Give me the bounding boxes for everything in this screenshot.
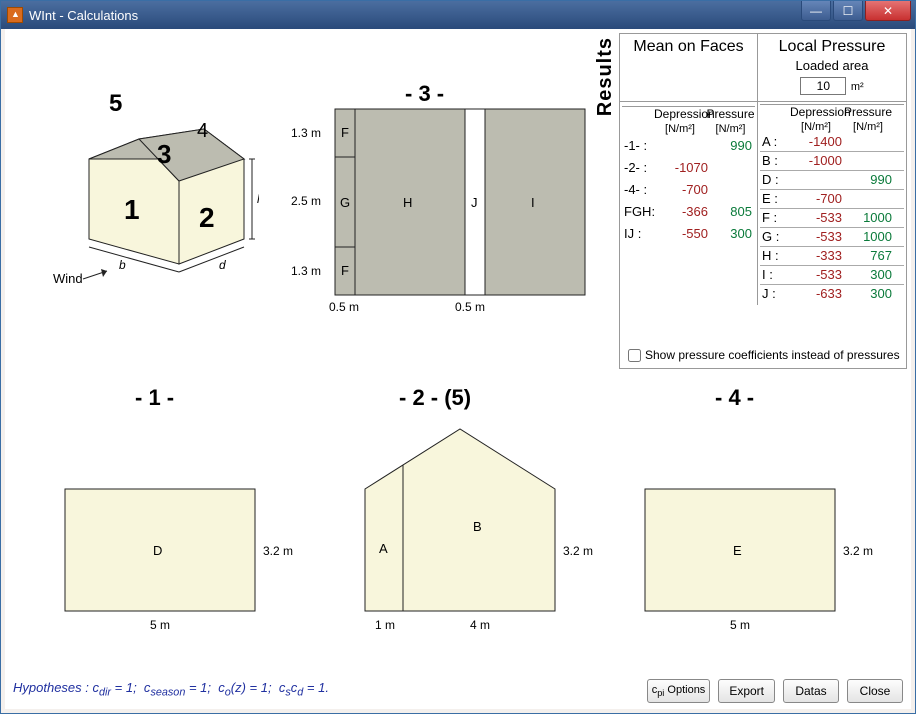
svg-text:3: 3 (157, 139, 171, 169)
loaded-area-label: Loaded area (758, 56, 906, 75)
svg-text:3.2 m: 3.2 m (263, 544, 293, 558)
svg-text:h: h (257, 192, 259, 206)
table-row: F :-5331000 (760, 209, 904, 228)
local-dep-header: Depression[N/m²] (790, 105, 842, 133)
local-pre-header: Pressure[N/m²] (842, 105, 894, 133)
export-button[interactable]: Export (718, 679, 775, 703)
results-panel: Mean on Faces Local Pressure Loaded area… (619, 33, 907, 369)
local-column: Depression[N/m²] Pressure[N/m²] A :-1400… (758, 102, 906, 305)
face1-diagram: D 3.2 m 5 m (45, 419, 305, 649)
svg-text:E: E (733, 543, 742, 558)
svg-text:1.3 m: 1.3 m (291, 126, 321, 140)
window-close-button[interactable]: ✕ (865, 1, 911, 21)
table-row: I :-533300 (760, 266, 904, 285)
table-row: H :-333767 (760, 247, 904, 266)
face4-diagram: E 3.2 m 5 m (625, 419, 885, 649)
datas-button[interactable]: Datas (783, 679, 839, 703)
table-row: A :-1400 (760, 133, 904, 152)
table-row: -2- :-1070 (622, 157, 755, 179)
svg-text:1 m: 1 m (375, 618, 395, 632)
client-area: Results Mean on Faces Local Pressure Loa… (5, 29, 911, 709)
svg-text:B: B (473, 519, 482, 534)
svg-text:5 m: 5 m (730, 618, 750, 632)
svg-text:5: 5 (109, 90, 122, 117)
svg-text:3.2 m: 3.2 m (563, 544, 593, 558)
local-header: Local Pressure Loaded area m² (758, 34, 906, 101)
svg-text:D: D (153, 543, 162, 558)
svg-text:G: G (340, 195, 350, 210)
table-row: J :-633300 (760, 285, 904, 303)
table-row: G :-5331000 (760, 228, 904, 247)
face3-diagram: F G F H J I 1.3 m 2.5 m 1.3 m 0.5 m 0.5 … (285, 89, 605, 319)
minimize-button[interactable]: — (801, 1, 831, 21)
app-icon (7, 7, 23, 23)
svg-text:d: d (219, 258, 226, 272)
face2-diagram: A B 3.2 m 1 m 4 m (345, 419, 605, 649)
show-coef-input[interactable] (628, 349, 641, 362)
svg-text:4: 4 (197, 120, 208, 142)
table-row: -1- :990 (622, 135, 755, 157)
app-window: WInt - Calculations — ☐ ✕ Results Mean o… (0, 0, 916, 714)
diag2-title: - 2 - (5) (399, 385, 471, 411)
svg-text:0.5 m: 0.5 m (455, 300, 485, 314)
mean-column: Depression[N/m²] Pressure[N/m²] -1- :990… (620, 102, 758, 305)
title-bar[interactable]: WInt - Calculations — ☐ ✕ (1, 1, 915, 29)
svg-text:5 m: 5 m (150, 618, 170, 632)
table-row: -4- :-700 (622, 179, 755, 201)
table-row: IJ :-550300 (622, 223, 755, 245)
diag4-title: - 4 - (715, 385, 754, 411)
mean-pre-header: Pressure[N/m²] (706, 107, 755, 135)
svg-text:I: I (531, 195, 535, 210)
loaded-area-input[interactable] (800, 77, 846, 95)
svg-text:F: F (341, 263, 349, 278)
house-diagram: 1 2 3 4 5 b d h Wind (29, 69, 259, 289)
table-row: B :-1000 (760, 152, 904, 171)
svg-text:b: b (119, 258, 126, 272)
show-coefficients-checkbox[interactable]: Show pressure coefficients instead of pr… (628, 348, 900, 362)
svg-text:0.5 m: 0.5 m (329, 300, 359, 314)
svg-text:A: A (379, 541, 388, 556)
table-row: D :990 (760, 171, 904, 190)
svg-text:Wind: Wind (53, 271, 83, 286)
mean-header: Mean on Faces (620, 34, 758, 101)
svg-text:H: H (403, 195, 412, 210)
svg-text:2.5 m: 2.5 m (291, 194, 321, 208)
button-bar: cpi Options Export Datas Close (647, 679, 903, 703)
loaded-area-unit: m² (851, 81, 864, 93)
cpi-options-button[interactable]: cpi Options (647, 679, 711, 703)
close-button[interactable]: Close (847, 679, 903, 703)
local-pressure-label: Local Pressure (758, 38, 906, 56)
maximize-button[interactable]: ☐ (833, 1, 863, 21)
window-title: WInt - Calculations (29, 8, 138, 23)
hypotheses-text: Hypotheses : cdir = 1; cseason = 1; co(z… (13, 680, 329, 699)
svg-text:1: 1 (124, 194, 140, 225)
diag1-title: - 1 - (135, 385, 174, 411)
svg-text:1.3 m: 1.3 m (291, 264, 321, 278)
svg-text:4 m: 4 m (470, 618, 490, 632)
svg-text:2: 2 (199, 202, 215, 233)
svg-text:3.2 m: 3.2 m (843, 544, 873, 558)
svg-text:J: J (471, 195, 478, 210)
table-row: FGH:-366805 (622, 201, 755, 223)
table-row: E :-700 (760, 190, 904, 209)
mean-dep-header: Depression[N/m²] (654, 107, 706, 135)
svg-text:F: F (341, 125, 349, 140)
